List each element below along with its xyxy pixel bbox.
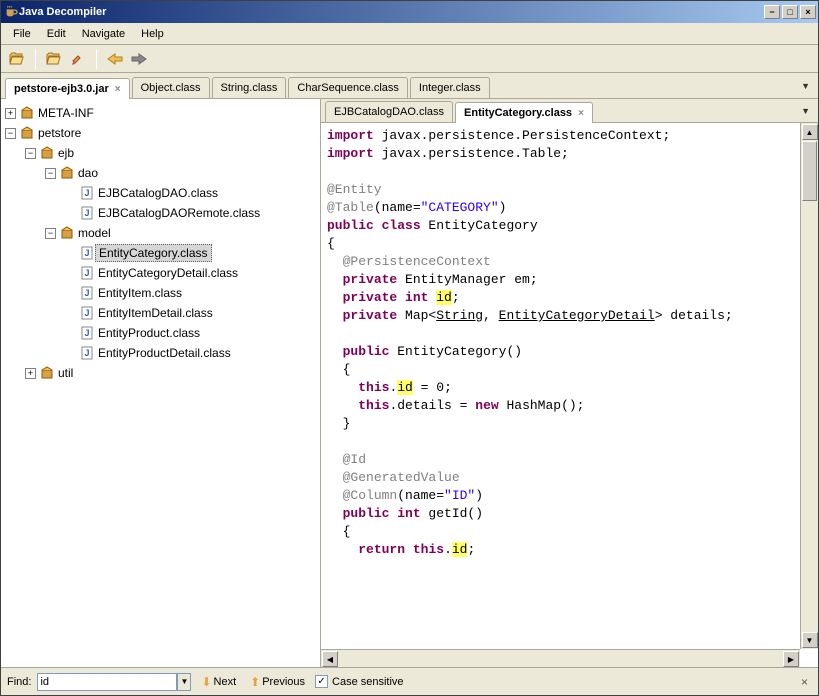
tab-label: String.class <box>221 82 278 94</box>
tree-panel[interactable]: + META-INF − petstore − ejb − dao J <box>1 99 321 667</box>
class-file-icon: J <box>79 265 95 281</box>
class-file-icon: J <box>79 185 95 201</box>
package-icon <box>39 365 55 381</box>
package-icon <box>19 125 35 141</box>
class-file-icon: J <box>79 305 95 321</box>
close-icon[interactable]: × <box>578 108 584 119</box>
tab-charsequence-class[interactable]: CharSequence.class <box>288 77 408 98</box>
close-button[interactable]: × <box>800 5 816 19</box>
collapse-icon[interactable]: − <box>45 228 56 239</box>
svg-text:J: J <box>84 248 89 258</box>
collapse-icon[interactable]: − <box>5 128 16 139</box>
expand-icon[interactable]: + <box>25 368 36 379</box>
tree-item-class[interactable]: EntityItem.class <box>95 285 185 301</box>
tab-integer-class[interactable]: Integer.class <box>410 77 490 98</box>
tree-item-class[interactable]: EntityCategoryDetail.class <box>95 265 241 281</box>
find-previous-button[interactable]: ⬆ Previous <box>246 673 309 691</box>
tab-label: EJBCatalogDAO.class <box>334 106 444 118</box>
menu-edit[interactable]: Edit <box>39 26 74 42</box>
scroll-up-icon[interactable]: ▲ <box>802 124 818 140</box>
toolbar <box>1 45 818 73</box>
chevron-down-icon[interactable]: ▼ <box>801 106 810 116</box>
tree-item-class[interactable]: EntityProductDetail.class <box>95 345 234 361</box>
tab-label: EntityCategory.class <box>464 107 572 119</box>
minimize-button[interactable]: − <box>764 5 780 19</box>
tree-item-util[interactable]: util <box>55 365 76 381</box>
tree-item-class[interactable]: EJBCatalogDAORemote.class <box>95 205 263 221</box>
class-file-icon: J <box>79 345 95 361</box>
find-label: Find: <box>7 676 31 688</box>
scroll-down-icon[interactable]: ▼ <box>802 632 818 648</box>
find-input[interactable] <box>37 673 177 691</box>
findbar: Find: ▼ ⬇ Next ⬆ Previous ✓ Case sensiti… <box>1 667 818 695</box>
menubar: File Edit Navigate Help <box>1 23 818 45</box>
main-tabs: petstore-ejb3.0.jar × Object.class Strin… <box>1 73 818 99</box>
case-sensitive-toggle[interactable]: ✓ Case sensitive <box>315 675 404 688</box>
tab-petstore-jar[interactable]: petstore-ejb3.0.jar × <box>5 78 130 99</box>
svg-text:J: J <box>84 328 89 338</box>
titlebar: Java Decompiler − □ × <box>1 1 818 23</box>
tree-item-class[interactable]: EJBCatalogDAO.class <box>95 185 221 201</box>
arrow-down-icon: ⬇ <box>201 675 211 689</box>
chevron-down-icon[interactable]: ▼ <box>801 81 810 91</box>
collapse-icon[interactable]: − <box>25 148 36 159</box>
svg-text:J: J <box>84 288 89 298</box>
package-icon <box>59 225 75 241</box>
tree-item-class[interactable]: EntityProduct.class <box>95 325 203 341</box>
maximize-button[interactable]: □ <box>782 5 798 19</box>
tab-string-class[interactable]: String.class <box>212 77 287 98</box>
tab-object-class[interactable]: Object.class <box>132 77 210 98</box>
package-icon <box>39 145 55 161</box>
find-next-button[interactable]: ⬇ Next <box>197 673 240 691</box>
back-icon[interactable] <box>105 49 125 69</box>
open-icon[interactable] <box>7 49 27 69</box>
editor-tab-entitycategory[interactable]: EntityCategory.class × <box>455 102 593 123</box>
package-icon <box>19 105 35 121</box>
close-findbar-icon[interactable]: × <box>801 675 808 689</box>
class-file-icon: J <box>79 245 95 261</box>
checkbox-icon[interactable]: ✓ <box>315 675 328 688</box>
collapse-icon[interactable]: − <box>45 168 56 179</box>
close-icon[interactable]: × <box>115 84 121 95</box>
tab-label: petstore-ejb3.0.jar <box>14 83 109 95</box>
dropdown-icon[interactable]: ▼ <box>177 673 191 691</box>
horizontal-scrollbar[interactable]: ◀ ▶ <box>321 649 800 667</box>
tree-item-metainf[interactable]: META-INF <box>35 105 97 121</box>
tab-label: Integer.class <box>419 82 481 94</box>
forward-icon[interactable] <box>129 49 149 69</box>
tree-item-model[interactable]: model <box>75 225 114 241</box>
tab-label: CharSequence.class <box>297 82 399 94</box>
svg-text:J: J <box>84 268 89 278</box>
tree-item-class[interactable]: EntityCategory.class <box>95 244 212 262</box>
tab-label: Object.class <box>141 82 201 94</box>
code-editor[interactable]: import javax.persistence.PersistenceCont… <box>321 123 818 667</box>
menu-navigate[interactable]: Navigate <box>74 26 133 42</box>
folder-open-icon[interactable] <box>44 49 64 69</box>
svg-text:J: J <box>84 188 89 198</box>
package-icon <box>59 165 75 181</box>
menu-help[interactable]: Help <box>133 26 172 42</box>
expand-icon[interactable]: + <box>5 108 16 119</box>
cup-icon <box>3 4 19 20</box>
tree-item-class[interactable]: EntityItemDetail.class <box>95 305 216 321</box>
brush-icon[interactable] <box>68 49 88 69</box>
scroll-left-icon[interactable]: ◀ <box>322 651 338 667</box>
editor-tab-ejbcatalogdao[interactable]: EJBCatalogDAO.class <box>325 101 453 122</box>
svg-text:J: J <box>84 208 89 218</box>
tree-item-dao[interactable]: dao <box>75 165 101 181</box>
svg-text:J: J <box>84 348 89 358</box>
class-file-icon: J <box>79 325 95 341</box>
vertical-scrollbar[interactable]: ▲ ▼ <box>800 123 818 649</box>
scroll-right-icon[interactable]: ▶ <box>783 651 799 667</box>
arrow-up-icon: ⬆ <box>250 675 260 689</box>
menu-file[interactable]: File <box>5 26 39 42</box>
tree-item-petstore[interactable]: petstore <box>35 125 84 141</box>
class-file-icon: J <box>79 205 95 221</box>
class-file-icon: J <box>79 285 95 301</box>
tree-item-ejb[interactable]: ejb <box>55 145 77 161</box>
window-title: Java Decompiler <box>19 6 764 18</box>
editor-tabs: EJBCatalogDAO.class EntityCategory.class… <box>321 99 818 123</box>
svg-text:J: J <box>84 308 89 318</box>
